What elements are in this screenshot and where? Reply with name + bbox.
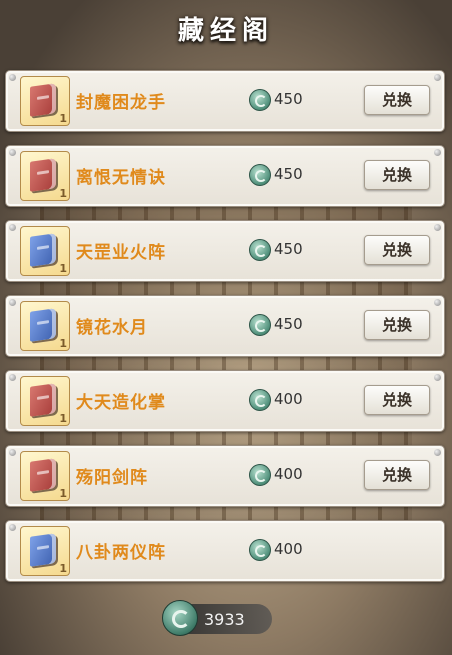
item-name: 镜花水月 bbox=[76, 318, 148, 338]
blue-book-icon bbox=[30, 533, 56, 567]
item-icon[interactable]: 1 bbox=[20, 376, 70, 426]
exchange-button[interactable]: 兑换 bbox=[364, 235, 430, 265]
currency-icon bbox=[162, 600, 198, 636]
exchange-button[interactable]: 兑换 bbox=[364, 310, 430, 340]
red-book-icon bbox=[30, 83, 56, 117]
pin-icon bbox=[434, 374, 441, 381]
pin-icon bbox=[9, 524, 16, 531]
balance-value: 3933 bbox=[204, 610, 245, 629]
item-price: 450 bbox=[274, 240, 303, 258]
item-name: 八卦两仪阵 bbox=[76, 543, 166, 563]
item-price: 450 bbox=[274, 90, 303, 108]
red-book-icon bbox=[30, 158, 56, 192]
item-icon[interactable]: 1 bbox=[20, 301, 70, 351]
item-count: 1 bbox=[59, 187, 67, 200]
pin-icon bbox=[9, 74, 16, 81]
item-icon[interactable]: 1 bbox=[20, 151, 70, 201]
item-name: 天罡业火阵 bbox=[76, 243, 166, 263]
list-item: 1 殇阳剑阵 400 兑换 bbox=[5, 445, 445, 507]
pin-icon bbox=[434, 449, 441, 456]
page-title: 藏经阁 bbox=[177, 16, 274, 46]
item-price: 400 bbox=[274, 465, 303, 483]
item-name: 离恨无情诀 bbox=[76, 168, 166, 188]
red-book-icon bbox=[30, 383, 56, 417]
currency-icon bbox=[249, 464, 271, 486]
item-icon[interactable]: 1 bbox=[20, 451, 70, 501]
pin-icon bbox=[9, 224, 16, 231]
currency-icon bbox=[249, 539, 271, 561]
currency-icon bbox=[249, 89, 271, 111]
item-icon[interactable]: 1 bbox=[20, 526, 70, 576]
pin-icon bbox=[9, 374, 16, 381]
currency-icon bbox=[249, 389, 271, 411]
pin-icon bbox=[9, 299, 16, 306]
item-count: 1 bbox=[59, 562, 67, 575]
pin-icon bbox=[434, 224, 441, 231]
currency-icon bbox=[249, 314, 271, 336]
pin-icon bbox=[434, 149, 441, 156]
currency-balance: 3933 bbox=[162, 600, 272, 636]
item-count: 1 bbox=[59, 262, 67, 275]
exchange-button[interactable]: 兑换 bbox=[364, 460, 430, 490]
item-count: 1 bbox=[59, 337, 67, 350]
exchange-list: 1 封魔困龙手 450 兑换 1 离恨无情诀 450 兑换 1 天罡业火阵 45… bbox=[5, 70, 445, 595]
list-item: 1 封魔困龙手 450 兑换 bbox=[5, 70, 445, 132]
item-price: 450 bbox=[274, 165, 303, 183]
item-price: 400 bbox=[274, 390, 303, 408]
item-price: 450 bbox=[274, 315, 303, 333]
red-book-icon bbox=[30, 458, 56, 492]
item-name: 封魔困龙手 bbox=[76, 93, 166, 113]
item-count: 1 bbox=[59, 487, 67, 500]
item-name: 殇阳剑阵 bbox=[76, 468, 148, 488]
item-icon[interactable]: 1 bbox=[20, 76, 70, 126]
exchange-button[interactable]: 兑换 bbox=[364, 160, 430, 190]
blue-book-icon bbox=[30, 233, 56, 267]
list-item: 1 大天造化掌 400 兑换 bbox=[5, 370, 445, 432]
pin-icon bbox=[434, 299, 441, 306]
currency-icon bbox=[249, 239, 271, 261]
list-item: 1 天罡业火阵 450 兑换 bbox=[5, 220, 445, 282]
pin-icon bbox=[9, 449, 16, 456]
item-count: 1 bbox=[59, 412, 67, 425]
list-item: 1 离恨无情诀 450 兑换 bbox=[5, 145, 445, 207]
exchange-button[interactable]: 兑换 bbox=[364, 85, 430, 115]
list-item: 1 八卦两仪阵 400 bbox=[5, 520, 445, 582]
item-icon[interactable]: 1 bbox=[20, 226, 70, 276]
currency-icon bbox=[249, 164, 271, 186]
pin-icon bbox=[9, 149, 16, 156]
blue-book-icon bbox=[30, 308, 56, 342]
exchange-button[interactable]: 兑换 bbox=[364, 385, 430, 415]
list-item: 1 镜花水月 450 兑换 bbox=[5, 295, 445, 357]
item-count: 1 bbox=[59, 112, 67, 125]
item-name: 大天造化掌 bbox=[76, 393, 166, 413]
pin-icon bbox=[434, 74, 441, 81]
item-price: 400 bbox=[274, 540, 303, 558]
